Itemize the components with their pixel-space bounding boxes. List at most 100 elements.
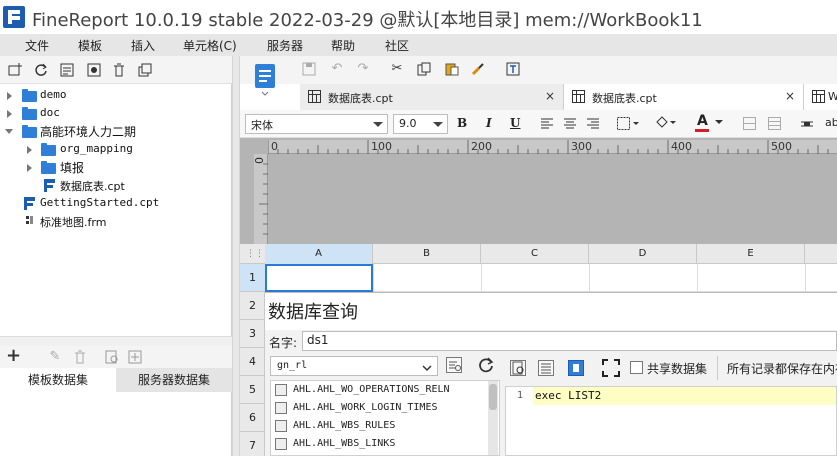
row-header-5[interactable]: 5 bbox=[240, 376, 265, 404]
cell-divider bbox=[589, 264, 590, 292]
new-template-button[interactable] bbox=[252, 62, 278, 96]
paste-icon[interactable] bbox=[445, 62, 459, 76]
format-painter-icon[interactable] bbox=[471, 62, 485, 76]
row-header-2[interactable]: 2 bbox=[240, 292, 265, 320]
undo-icon[interactable]: ↶ bbox=[330, 62, 344, 76]
tree-item-data-table-cpt[interactable]: 数据底表.cpt bbox=[0, 177, 232, 195]
column-header-c[interactable]: C bbox=[481, 244, 589, 264]
redo-icon[interactable]: ↷ bbox=[356, 62, 370, 76]
tree-item-map-frm[interactable]: 标准地图.frm bbox=[0, 213, 232, 231]
bold-button[interactable]: B bbox=[457, 116, 467, 130]
align-center-icon[interactable] bbox=[563, 117, 577, 131]
fullscreen-icon[interactable] bbox=[602, 359, 620, 380]
vertical-splitter[interactable] bbox=[232, 56, 240, 456]
menu-insert[interactable]: 插入 bbox=[131, 37, 155, 54]
chevron-down-icon bbox=[422, 362, 432, 376]
list-item[interactable]: AHL.AHL_WORK_LOGIN_TIMES bbox=[275, 400, 489, 417]
close-tab-icon[interactable]: × bbox=[785, 89, 795, 103]
collapse-arrow-icon[interactable] bbox=[5, 129, 13, 134]
selected-cell-a1[interactable] bbox=[265, 264, 373, 292]
query-settings-icon[interactable] bbox=[538, 360, 554, 376]
preview-icon[interactable] bbox=[510, 360, 526, 376]
row-header-4[interactable]: 4 bbox=[240, 348, 265, 376]
tree-item-doc[interactable]: doc bbox=[0, 105, 232, 123]
expand-arrow-icon[interactable] bbox=[27, 164, 32, 172]
insert-row-icon[interactable] bbox=[800, 117, 814, 131]
panel-splitter[interactable] bbox=[0, 336, 232, 346]
refresh-icon[interactable] bbox=[34, 63, 48, 77]
edit-connection-icon[interactable] bbox=[446, 357, 462, 373]
column-header-a[interactable]: A bbox=[265, 244, 373, 264]
add-dataset-icon[interactable]: + bbox=[6, 347, 21, 365]
tree-item-demo[interactable]: demo bbox=[0, 87, 232, 105]
delete-icon[interactable] bbox=[112, 63, 126, 77]
row-header-6[interactable]: 6 bbox=[240, 404, 265, 432]
share-dataset-checkbox[interactable] bbox=[630, 361, 643, 374]
save-all-records-option[interactable]: 所有记录都保存在内存 bbox=[727, 360, 837, 377]
sql-current-line[interactable]: exec LIST2 bbox=[533, 387, 836, 405]
list-item[interactable]: AHL.AHL_WO_OPERATIONS_RELN bbox=[275, 382, 489, 399]
refresh-connection-icon[interactable] bbox=[477, 356, 495, 377]
cpt-file-icon bbox=[44, 179, 55, 192]
delete-dataset-icon[interactable] bbox=[73, 350, 87, 364]
scrollbar-thumb[interactable] bbox=[489, 384, 497, 410]
row-header-3[interactable]: 3 bbox=[240, 320, 265, 348]
chevron-down-icon[interactable] bbox=[715, 120, 723, 124]
font-family-select[interactable]: 宋体 bbox=[245, 114, 388, 134]
dataset-settings-icon[interactable] bbox=[128, 350, 142, 364]
text-format-icon[interactable] bbox=[506, 62, 520, 76]
tree-item-fill[interactable]: 填报 bbox=[0, 159, 232, 177]
expand-arrow-icon[interactable] bbox=[7, 92, 12, 100]
text-color-button[interactable]: A bbox=[697, 113, 708, 129]
expand-arrow-icon[interactable] bbox=[7, 110, 12, 118]
menu-cell[interactable]: 单元格(C) bbox=[183, 37, 237, 54]
dataset-name-input[interactable] bbox=[302, 331, 837, 351]
underline-button[interactable]: U bbox=[510, 116, 520, 130]
chevron-down-icon bbox=[433, 122, 443, 127]
cut-icon[interactable]: ✂ bbox=[390, 62, 404, 76]
list-item[interactable]: AHL.AHL_WBS_RULES bbox=[275, 418, 489, 435]
tab-document-2[interactable]: 数据底表.cpt × bbox=[564, 84, 804, 110]
column-header-b[interactable]: B bbox=[373, 244, 481, 264]
menu-help[interactable]: 帮助 bbox=[331, 37, 355, 54]
italic-button[interactable]: I bbox=[486, 116, 492, 130]
ruler-mark: 300 bbox=[571, 140, 592, 153]
menu-community[interactable]: 社区 bbox=[385, 37, 409, 54]
settings-icon[interactable] bbox=[87, 63, 101, 77]
font-size-select[interactable]: 9.0 bbox=[393, 114, 448, 134]
text-wrap-button[interactable]: ab bbox=[825, 116, 837, 129]
expand-arrow-icon[interactable] bbox=[27, 146, 32, 154]
tree-item-org-mapping[interactable]: org_mapping bbox=[0, 141, 232, 159]
tab-document-3[interactable]: W bbox=[804, 84, 837, 110]
border-icon[interactable] bbox=[617, 117, 639, 131]
show-type-icon[interactable] bbox=[60, 63, 74, 77]
copy-icon[interactable] bbox=[138, 63, 152, 77]
preview-dataset-icon[interactable] bbox=[105, 350, 119, 364]
tree-item-project[interactable]: 高能环境人力二期 bbox=[0, 123, 232, 141]
menu-template[interactable]: 模板 bbox=[78, 37, 102, 54]
connection-select[interactable]: gn_rl bbox=[270, 356, 438, 376]
merge-cells-icon[interactable] bbox=[743, 117, 757, 131]
save-icon[interactable] bbox=[302, 62, 316, 76]
menu-server[interactable]: 服务器 bbox=[267, 37, 303, 54]
align-left-icon[interactable] bbox=[540, 117, 554, 131]
copy-icon[interactable] bbox=[417, 62, 431, 76]
new-folder-icon[interactable] bbox=[8, 63, 22, 77]
folder-icon bbox=[41, 161, 56, 174]
list-item[interactable]: AHL.AHL_WBS_LINKS bbox=[275, 436, 489, 453]
align-right-icon[interactable] bbox=[586, 117, 600, 131]
edit-icon[interactable]: ✎ bbox=[48, 350, 62, 364]
tree-item-getting-started[interactable]: GettingStarted.cpt bbox=[0, 195, 232, 213]
fill-color-icon[interactable] bbox=[654, 116, 676, 130]
tab-server-dataset[interactable]: 服务器数据集 bbox=[116, 368, 232, 392]
tab-document-1[interactable]: 数据底表.cpt × bbox=[300, 84, 564, 110]
close-tab-icon[interactable]: × bbox=[545, 89, 555, 103]
column-header-d[interactable]: D bbox=[589, 244, 697, 264]
column-header-e[interactable]: E bbox=[697, 244, 805, 264]
row-header-1[interactable]: 1 bbox=[240, 264, 265, 292]
split-cells-icon[interactable] bbox=[768, 117, 782, 131]
row-header-7[interactable]: 7 bbox=[240, 432, 265, 456]
parameter-icon[interactable] bbox=[568, 360, 584, 376]
menu-file[interactable]: 文件 bbox=[25, 37, 49, 54]
tab-template-dataset[interactable]: 模板数据集 bbox=[0, 368, 116, 392]
